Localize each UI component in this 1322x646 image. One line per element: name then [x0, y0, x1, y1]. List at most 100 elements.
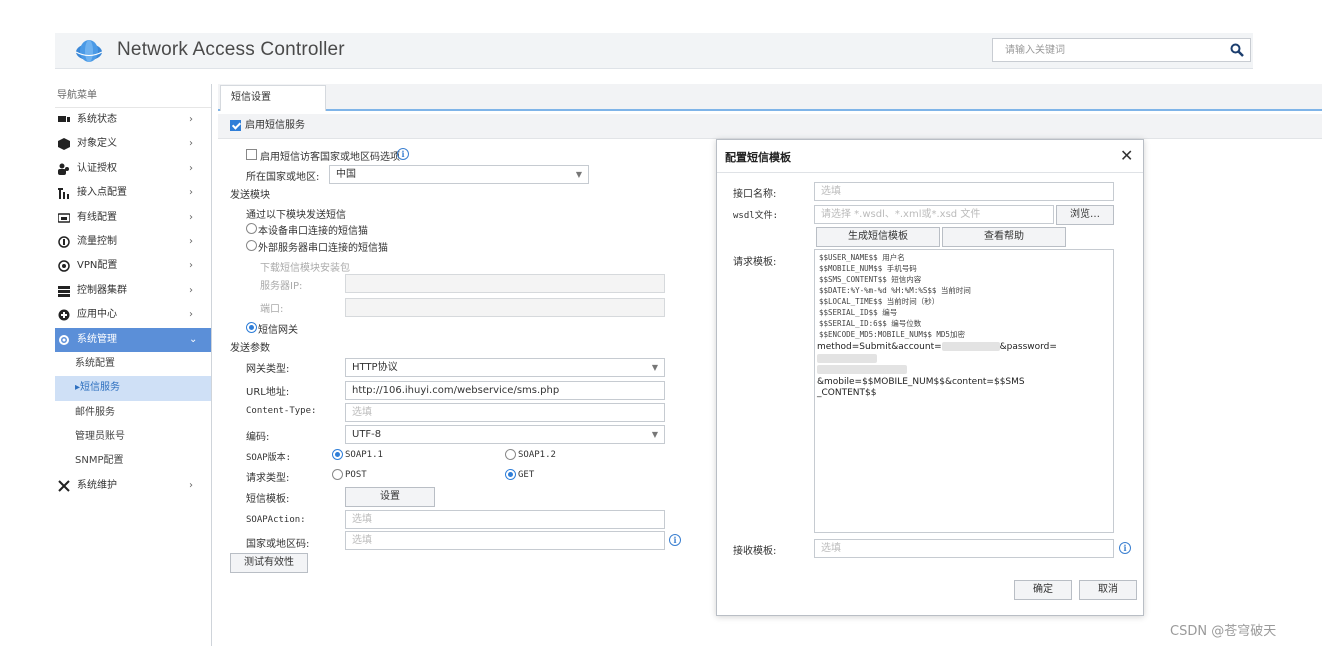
soap11-radio[interactable]	[332, 449, 343, 460]
country-label: 所在国家或地区:	[246, 172, 320, 183]
info-icon[interactable]: i	[1119, 542, 1131, 554]
sub-item-admin-account[interactable]: 管理员账号	[55, 425, 211, 449]
template-var-line: $$DATE:%Y-%m-%d %H:%M:%S$$ 当前时间	[819, 286, 971, 295]
nav-item-system-admin[interactable]: 系统管理 ⌄	[55, 327, 211, 352]
wsdl-file-input[interactable]: 请选择 *.wsdl、*.xml或*.xsd 文件	[814, 205, 1054, 224]
redacted-block	[817, 365, 907, 374]
dropdown-arrow-icon: ▼	[651, 363, 658, 372]
country-code-input[interactable]: 选填	[345, 531, 665, 550]
search-input[interactable]	[993, 39, 1218, 61]
view-help-button[interactable]: 查看帮助	[942, 227, 1066, 247]
template-var-line: $$MOBILE_NUM$$ 手机号码	[819, 264, 917, 273]
nav-item-traffic-control[interactable]: 流量控制 ›	[55, 230, 211, 254]
soap-action-label: SOAPAction:	[246, 515, 306, 525]
close-icon[interactable]: ✕	[1120, 146, 1133, 165]
tools-icon	[58, 480, 70, 492]
post-radio[interactable]	[332, 469, 343, 480]
tab-sms-settings[interactable]: 短信设置	[220, 85, 326, 111]
receive-template-label: 接收模板:	[733, 546, 777, 557]
local-serial-radio[interactable]	[246, 223, 257, 234]
sub-item-sms-service[interactable]: ▸短信服务	[55, 376, 211, 401]
external-serial-radio[interactable]	[246, 240, 257, 251]
app-icon	[58, 309, 70, 321]
soap12-label: SOAP1.2	[518, 450, 556, 460]
port-input[interactable]	[345, 298, 665, 317]
nav-label: 系统状态	[77, 114, 117, 125]
template-label: 短信模板:	[246, 494, 290, 505]
test-validity-button[interactable]: 测试有效性	[230, 553, 308, 573]
template-text-part: &mobile=$$MOBILE_NUM$$&content=$$SMS	[817, 376, 1025, 387]
cube-icon	[58, 138, 70, 151]
country-code-label: 国家或地区码:	[246, 539, 310, 550]
sub-item-system-config[interactable]: 系统配置	[55, 352, 211, 376]
switch-icon	[58, 212, 70, 223]
gateway-radio[interactable]	[246, 322, 257, 333]
cancel-button[interactable]: 取消	[1079, 580, 1137, 600]
info-icon[interactable]: i	[397, 148, 409, 160]
enable-sms-bar: 启用短信服务	[218, 114, 1322, 139]
sub-item-mail-service[interactable]: 邮件服务	[55, 401, 211, 425]
url-input[interactable]: http://106.ihuyi.com/webservice/sms.php	[345, 381, 665, 400]
send-module-title: 发送模块	[230, 190, 270, 201]
nav-label: 认证授权	[77, 162, 117, 174]
dropdown-arrow-icon: ▼	[575, 170, 582, 179]
get-radio[interactable]	[505, 469, 516, 480]
encoding-select[interactable]: UTF-8 ▼	[345, 425, 665, 444]
content-type-input[interactable]: 选填	[345, 403, 665, 422]
nav-item-cluster[interactable]: 控制器集群 ›	[55, 279, 211, 303]
nav-item-vpn[interactable]: VPN配置 ›	[55, 254, 211, 278]
download-package-link[interactable]: 下载短信模块安装包	[260, 259, 350, 274]
country-select[interactable]: 中国 ▼	[329, 165, 589, 184]
tab-bar: 短信设置	[218, 84, 1322, 111]
encoding-label: 编码:	[246, 432, 270, 443]
nav-item-app-center[interactable]: 应用中心 ›	[55, 303, 211, 327]
chevron-down-icon: ⌄	[189, 333, 198, 345]
enable-sms-checkbox[interactable]	[230, 120, 241, 131]
nav-item-ap-config[interactable]: 接入点配置 ›	[55, 181, 211, 205]
vpn-icon	[58, 260, 70, 273]
nav-item-maintenance[interactable]: 系统维护 ›	[55, 474, 211, 498]
nav-item-object-def[interactable]: 对象定义 ›	[55, 132, 211, 156]
iface-name-input[interactable]: 选填	[814, 182, 1114, 201]
nav-label: VPN配置	[77, 260, 118, 272]
port-label: 端口:	[260, 304, 284, 315]
enable-sms-label: 启用短信服务	[245, 120, 305, 131]
sub-item-snmp[interactable]: SNMP配置	[55, 449, 211, 473]
watermark: CSDN @苍穹破天	[1170, 624, 1277, 639]
template-settings-button[interactable]: 设置	[345, 487, 435, 507]
template-var-line: $$LOCAL_TIME$$ 当前时间（秒）	[819, 297, 940, 306]
search-icon[interactable]	[1230, 43, 1244, 57]
request-type-label: 请求类型:	[246, 473, 290, 484]
nav-item-system-status[interactable]: 系统状态 ›	[55, 108, 211, 132]
receive-template-input[interactable]: 选填	[814, 539, 1114, 558]
monitor-icon	[58, 116, 70, 122]
template-text-part: _CONTENT$$	[817, 388, 877, 398]
nav-item-wired-config[interactable]: 有线配置 ›	[55, 206, 211, 230]
country-value: 中国	[336, 169, 356, 180]
chevron-right-icon: ›	[189, 162, 193, 174]
generate-template-button[interactable]: 生成短信模板	[816, 227, 940, 247]
info-icon[interactable]: i	[669, 534, 681, 546]
nav-item-auth[interactable]: 认证授权 ›	[55, 157, 211, 181]
ok-button[interactable]: 确定	[1014, 580, 1072, 600]
chevron-right-icon: ›	[189, 479, 193, 491]
gateway-type-label: 网关类型:	[246, 364, 290, 375]
nav-label: 系统管理	[77, 333, 117, 345]
antenna-icon	[58, 188, 69, 200]
server-ip-input[interactable]	[345, 274, 665, 293]
nav-label: 对象定义	[77, 138, 117, 150]
gear-icon	[59, 334, 69, 345]
template-var-line: $$ENCODE_MD5:MOBILE_NUM$$ MD5加密	[819, 330, 965, 339]
soap12-radio[interactable]	[505, 449, 516, 460]
browse-button[interactable]: 浏览…	[1056, 205, 1114, 225]
local-serial-label: 本设备串口连接的短信猫	[258, 226, 368, 237]
iface-name-label: 接口名称:	[733, 189, 777, 200]
visitor-country-checkbox[interactable]	[246, 149, 257, 160]
request-template-textarea[interactable]: $$USER_NAME$$ 用户名 $$MOBILE_NUM$$ 手机号码 $$…	[814, 249, 1114, 533]
gateway-type-select[interactable]: HTTP协议 ▼	[345, 358, 665, 377]
nav-label: 控制器集群	[77, 284, 127, 296]
post-label: POST	[345, 470, 367, 480]
template-var-line: $$SMS_CONTENT$$ 短信内容	[819, 275, 922, 284]
soap-action-input[interactable]: 选填	[345, 510, 665, 529]
dropdown-arrow-icon: ▼	[651, 430, 658, 439]
